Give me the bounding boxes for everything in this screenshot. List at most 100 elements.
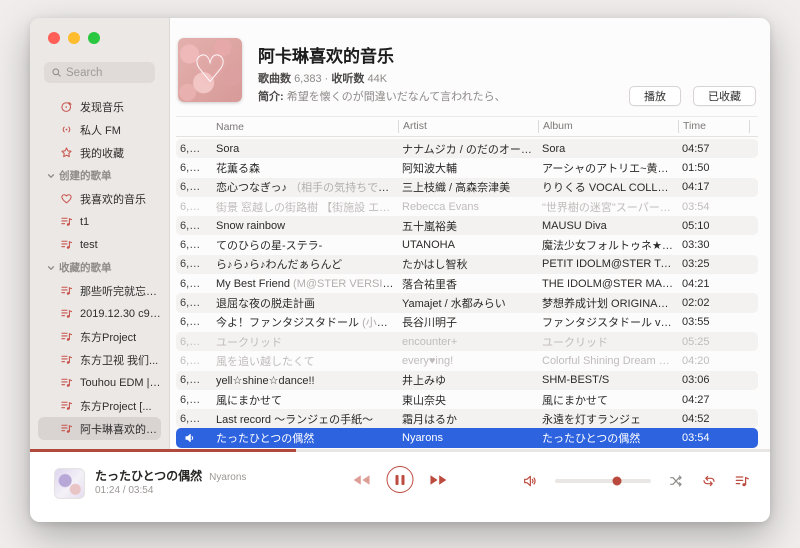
close-button[interactable] (48, 32, 60, 44)
table-row[interactable]: 6,373てのひらの星-ステラ-UTANOHA魔法少女フォルトゥネ★マギカ03:… (176, 235, 758, 254)
sidebar-section-header[interactable]: 创建的歌单 (38, 164, 161, 187)
table-row[interactable]: 6,371街景 窓越しの街路樹 【街施設 エトリ...Rebecca Evans… (176, 197, 758, 216)
sidebar-item-label: Touhou EDM | ... (80, 377, 161, 389)
sidebar-item[interactable]: 东方Project (38, 325, 161, 348)
song-name: Snow rainbow (212, 220, 394, 232)
songs-count-value: 6,383 (294, 73, 322, 85)
volume-slider[interactable] (555, 479, 651, 483)
zoom-button[interactable] (88, 32, 100, 44)
repeat-icon[interactable] (701, 473, 717, 489)
volume-knob[interactable] (613, 477, 622, 486)
playlist-icon (60, 284, 73, 297)
song-time: 03:25 (678, 258, 750, 270)
sidebar-item[interactable]: t1 (38, 210, 161, 233)
song-album: 永遠を灯すランジェ (538, 411, 674, 427)
table-row[interactable]: 6,374ら♪ら♪ら♪わんだぁらんどたかはし智秋PETIT IDOLM@STER… (176, 255, 758, 274)
table-row[interactable]: 6,370恋心つなぎっ♪ （相手の気持ちで歌っ...三上枝織 / 高森奈津美りり… (176, 178, 758, 197)
sidebar-item-label: 我的收藏 (80, 145, 124, 161)
column-name[interactable]: Name (212, 121, 394, 133)
sidebar-item[interactable]: 2019.12.30 c97... (38, 302, 161, 325)
shuffle-icon[interactable] (668, 473, 684, 489)
song-name-main: てのひらの星-ステラ- (216, 240, 322, 252)
song-time: 03:54 (678, 201, 750, 213)
song-name-sub: (M@STER VERSION) (293, 278, 394, 290)
sidebar-item-label: 创建的歌单 (59, 168, 112, 183)
column-time[interactable]: Time (678, 120, 750, 133)
song-name-main: 花薫る森 (216, 163, 260, 175)
table-row[interactable]: 6,380yell☆shine☆dance!!井上みゆSHM-BEST/S03:… (176, 371, 758, 390)
sidebar-item-label: 阿卡琳喜欢的音乐 (80, 421, 161, 437)
sidebar-item-label: test (80, 239, 98, 251)
table-row[interactable]: 6,382Last record ～ランジェの手紙～霜月はるか永遠を灯すランジェ… (176, 409, 758, 428)
song-album: THE IDOLM@STER MASTER... (538, 278, 674, 290)
now-playing-time: 01:24 / 03:54 (95, 485, 246, 498)
table-row[interactable]: 6,379風を追い越したくてevery♥ing!Colorful Shining… (176, 351, 758, 370)
table-row[interactable]: 6,368Soraナナムジカ / のだのオーケス...Sora04:57 (176, 139, 758, 158)
collected-button[interactable]: 已收藏 (693, 86, 756, 106)
sidebar-item-label: 东方卫视 我们... (80, 352, 158, 368)
volume-icon[interactable] (522, 473, 538, 489)
playlist-icon (60, 353, 73, 366)
song-name: 今よ！ファンタジスタドール (小明オ... (212, 314, 394, 330)
song-album: ファンタジスタドール vol.5... (538, 314, 674, 330)
table-row[interactable]: 6,372Snow rainbow五十嵐裕美MAUSU Diva05:10 (176, 216, 758, 235)
song-album: アーシャのアトリエ~黄昏の... (538, 160, 674, 176)
sidebar-item-label: 2019.12.30 c97... (80, 308, 161, 320)
play-queue-icon[interactable] (734, 473, 750, 489)
search-box[interactable] (44, 62, 155, 83)
column-album[interactable]: Album (538, 120, 674, 133)
sidebar-item-label: 发现音乐 (80, 99, 124, 115)
next-track-button[interactable] (429, 474, 448, 486)
song-number: 6,379 (176, 355, 208, 367)
song-time: 03:30 (678, 239, 750, 251)
now-playing-artist: Nyarons (209, 472, 246, 483)
search-input[interactable] (66, 67, 148, 79)
table-row[interactable]: 6,378ユークリッドencounter+ユークリッド05:25 (176, 332, 758, 351)
sidebar-item[interactable]: Touhou EDM | ... (38, 371, 161, 394)
song-time: 04:57 (678, 143, 750, 155)
sidebar: 发现音乐私人 FM 我的收藏创建的歌单我喜欢的音乐t1 test 收藏的歌单那些听完就… (30, 18, 170, 449)
sidebar-item-selected[interactable]: 阿卡琳喜欢的音乐 (38, 417, 161, 440)
song-name: 退屈な夜の脱走計画 (212, 295, 394, 311)
sidebar-item[interactable]: 那些听完就忘不... (38, 279, 161, 302)
song-number: 6,369 (176, 162, 208, 174)
playlist-stats: 歌曲数 6,383 · 收听数 44K (258, 70, 387, 86)
listens-count-label: 收听数 (331, 73, 364, 85)
song-artist: 五十嵐裕美 (398, 218, 534, 234)
minimize-button[interactable] (68, 32, 80, 44)
song-name-main: My Best Friend (216, 278, 290, 290)
table-row[interactable]: 6,376退屈な夜の脱走計画Yamajet / 水都みらい梦想养成计划 ORIG… (176, 293, 758, 312)
sidebar-item[interactable]: 私人 FM (38, 118, 161, 141)
sidebar-item[interactable]: 我的收藏 (38, 141, 161, 164)
sidebar-item[interactable]: 我喜欢的音乐 (38, 187, 161, 210)
song-name-main: 恋心つなぎっ♪ (216, 182, 287, 194)
sidebar-item[interactable]: 东方Project [... (38, 394, 161, 417)
previous-track-button[interactable] (353, 474, 372, 486)
song-name: yell☆shine☆dance!! (212, 374, 394, 387)
sidebar-item-label: 私人 FM (80, 122, 121, 138)
song-name-sub: （相手の気持ちで歌っ... (290, 182, 394, 194)
song-time: 05:25 (678, 336, 750, 348)
pause-button[interactable] (387, 466, 414, 493)
table-row[interactable]: 6,375My Best Friend (M@STER VERSION)落合祐里… (176, 274, 758, 293)
song-time: 01:50 (678, 162, 750, 174)
intro-label: 简介: (258, 91, 284, 103)
table-row-playing[interactable]: たったひとつの偶然Nyaronsたったひとつの偶然03:54 (176, 428, 758, 447)
playlist-icon (60, 307, 73, 320)
song-artist: UTANOHA (398, 239, 534, 251)
sidebar-item[interactable]: 发现音乐 (38, 95, 161, 118)
table-row[interactable]: 6,377今よ！ファンタジスタドール (小明オ...長谷川明子ファンタジスタドー… (176, 313, 758, 332)
sidebar-section-header[interactable]: 收藏的歌单 (38, 256, 161, 279)
song-album: 梦想养成计划 ORIGINAL SOU... (538, 295, 674, 311)
sidebar-item[interactable]: test (38, 233, 161, 256)
song-name: Sora (212, 143, 394, 155)
song-artist: たかはし智秋 (398, 256, 534, 272)
play-button[interactable]: 播放 (629, 86, 681, 106)
song-album: "世界樹の迷宮"スーパー・ア... (538, 199, 674, 215)
column-artist[interactable]: Artist (398, 120, 534, 133)
song-time: 02:02 (678, 297, 750, 309)
table-row[interactable]: 6,369花薫る森阿知波大輔アーシャのアトリエ~黄昏の...01:50 (176, 158, 758, 177)
table-row[interactable]: 6,381風にまかせて東山奈央風にまかせて04:27 (176, 390, 758, 409)
sidebar-item[interactable]: 东方卫视 我们... (38, 348, 161, 371)
song-name: 花薫る森 (212, 160, 394, 176)
